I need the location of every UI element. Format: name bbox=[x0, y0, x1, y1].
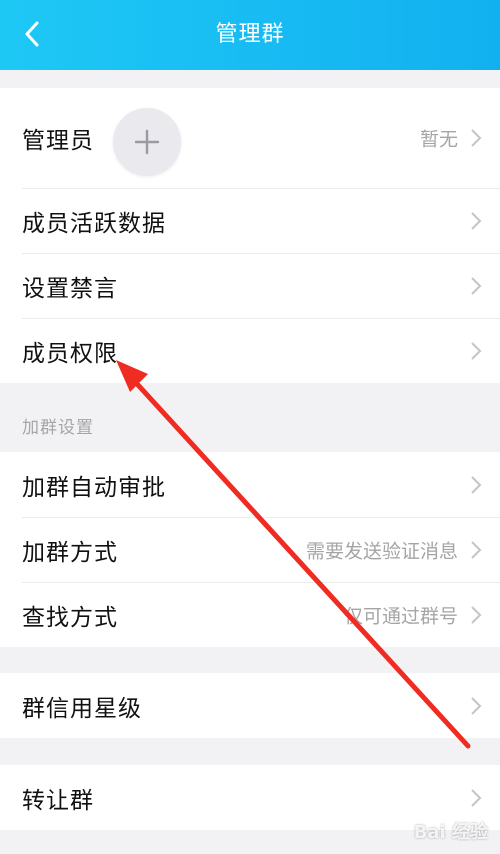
row-credit-rating[interactable]: 群信用星级 bbox=[0, 673, 500, 738]
row-label: 加群方式 bbox=[22, 539, 118, 566]
row-label: 成员活跃数据 bbox=[22, 210, 166, 237]
chevron-right-icon bbox=[471, 788, 482, 807]
admin-settings-group: 管理员 暂无 成员活跃数据 设置禁言 成员权限 bbox=[0, 88, 500, 383]
plus-icon bbox=[134, 129, 160, 155]
chevron-right-icon bbox=[471, 129, 482, 147]
row-label: 加群自动审批 bbox=[22, 474, 166, 501]
credit-group: 群信用星级 bbox=[0, 673, 500, 738]
chevron-right-icon bbox=[471, 341, 482, 360]
page-title: 管理群 bbox=[215, 22, 285, 47]
row-label: 转让群 bbox=[22, 787, 94, 814]
chevron-right-icon bbox=[471, 475, 482, 494]
row-label: 管理员 bbox=[22, 128, 94, 154]
baidu-watermark: Bai 经验 bbox=[413, 822, 488, 843]
header-bar: 管理群 bbox=[0, 0, 500, 70]
row-value: 需要发送验证消息 bbox=[305, 540, 458, 562]
chevron-right-icon bbox=[471, 540, 482, 559]
row-search-method[interactable]: 查找方式 仅可通过群号 bbox=[0, 582, 500, 647]
row-value: 暂无 bbox=[419, 128, 458, 151]
row-auto-approve[interactable]: 加群自动审批 bbox=[0, 452, 500, 517]
chevron-right-icon bbox=[471, 696, 482, 715]
row-mute-settings[interactable]: 设置禁言 bbox=[0, 253, 500, 318]
row-label: 查找方式 bbox=[22, 604, 118, 631]
chevron-right-icon bbox=[471, 276, 482, 295]
section-title-join-settings: 加群设置 bbox=[22, 418, 94, 438]
chevron-right-icon bbox=[471, 605, 482, 624]
add-admin-button[interactable] bbox=[113, 108, 181, 176]
join-settings-group: 加群自动审批 加群方式 需要发送验证消息 查找方式 仅可通过群号 bbox=[0, 452, 500, 647]
row-label: 群信用星级 bbox=[22, 695, 142, 722]
chevron-right-icon bbox=[471, 211, 482, 230]
row-member-permissions[interactable]: 成员权限 bbox=[0, 318, 500, 383]
row-label: 设置禁言 bbox=[22, 275, 118, 302]
row-label: 成员权限 bbox=[22, 340, 118, 367]
row-join-method[interactable]: 加群方式 需要发送验证消息 bbox=[0, 517, 500, 582]
row-admins[interactable]: 管理员 暂无 bbox=[0, 88, 500, 188]
row-value: 仅可通过群号 bbox=[343, 605, 458, 627]
row-member-activity[interactable]: 成员活跃数据 bbox=[0, 188, 500, 253]
